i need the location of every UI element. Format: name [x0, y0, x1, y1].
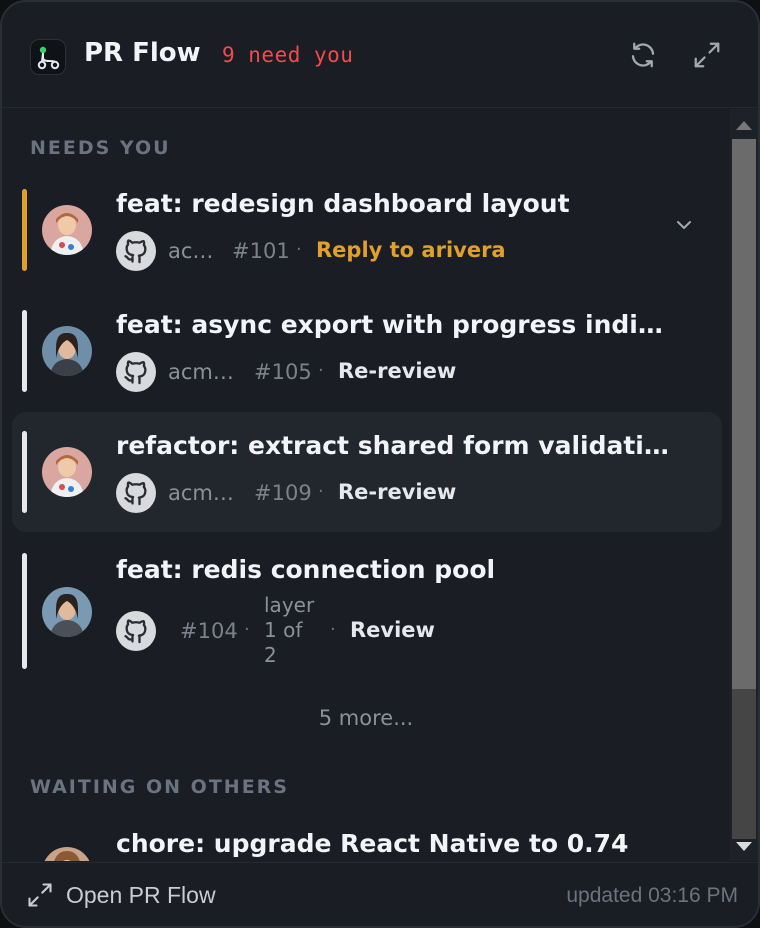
- pr-row[interactable]: feat: redis connection pool #104 · layer…: [12, 539, 722, 675]
- repo-name: ac…: [168, 239, 214, 263]
- priority-bar: [22, 310, 27, 392]
- pr-list[interactable]: NEEDS YOU feat: redesign dashboard layou…: [2, 109, 730, 861]
- github-icon: [116, 231, 156, 271]
- avatar: [42, 205, 92, 255]
- refresh-button[interactable]: [626, 38, 660, 72]
- avatar: [42, 447, 92, 497]
- scrollbar-thumb[interactable]: [732, 139, 756, 689]
- open-pr-flow-button[interactable]: Open PR Flow: [26, 881, 216, 909]
- pr-number: #104: [180, 619, 238, 643]
- pr-row[interactable]: feat: async export with progress indi… a…: [12, 298, 722, 416]
- show-more-link[interactable]: 5 more...: [2, 706, 730, 730]
- scrollbar[interactable]: [730, 109, 758, 861]
- priority-bar: [22, 189, 27, 271]
- app-logo: [30, 39, 66, 75]
- chevron-down-icon[interactable]: [672, 213, 696, 237]
- scroll-up-arrow-icon[interactable]: [736, 121, 752, 130]
- github-icon: [116, 352, 156, 392]
- separator-dot: ·: [318, 481, 324, 502]
- separator-dot: ·: [318, 360, 324, 381]
- expand-button[interactable]: [690, 38, 724, 72]
- github-icon: [116, 473, 156, 513]
- section-needs-you: NEEDS YOU: [30, 137, 171, 159]
- pr-title: chore: upgrade React Native to 0.74: [116, 829, 629, 858]
- pr-action: Review: [350, 618, 435, 642]
- updated-timestamp: updated 03:16 PM: [566, 884, 738, 907]
- pr-title: feat: redesign dashboard layout: [116, 189, 570, 218]
- pr-action: Re-review: [338, 480, 457, 504]
- pr-row[interactable]: refactor: extract shared form validati… …: [12, 412, 722, 532]
- pr-flow-panel: PR Flow 9 need you NEEDS YOU feat: redes…: [0, 0, 760, 928]
- pr-row[interactable]: chore: upgrade React Native to 0.74: [12, 817, 722, 861]
- repo-name: acme…: [168, 360, 238, 384]
- pr-action: Re-review: [338, 359, 457, 383]
- app-title: PR Flow: [84, 38, 201, 68]
- pr-number: #105: [254, 360, 312, 384]
- pr-title: refactor: extract shared form validati…: [116, 431, 669, 460]
- section-waiting-on-others: WAITING ON OTHERS: [30, 776, 289, 798]
- branch-logo-icon: [37, 46, 60, 70]
- pr-number: #101: [232, 239, 290, 263]
- priority-bar: [22, 431, 27, 513]
- refresh-icon: [631, 42, 655, 68]
- avatar: [42, 847, 92, 861]
- pr-action: Reply to arivera: [316, 238, 506, 262]
- github-icon: [116, 611, 156, 651]
- pr-title: feat: redis connection pool: [116, 555, 496, 584]
- priority-bar: [22, 553, 27, 669]
- pr-title: feat: async export with progress indi…: [116, 310, 663, 339]
- expand-icon: [28, 883, 52, 907]
- scroll-down-arrow-icon[interactable]: [736, 842, 752, 851]
- separator-dot: ·: [244, 619, 250, 640]
- open-pr-flow-label: Open PR Flow: [66, 881, 216, 908]
- need-you-count-badge: 9 need you: [222, 43, 354, 67]
- separator-dot: ·: [330, 619, 336, 640]
- separator-dot: ·: [296, 239, 302, 260]
- repo-name: acme…: [168, 481, 238, 505]
- avatar: [42, 326, 92, 376]
- stack-layer-label: layer 1 of 2: [264, 593, 315, 667]
- pr-row[interactable]: feat: redesign dashboard layout ac… #101…: [12, 177, 722, 295]
- footer: Open PR Flow updated 03:16 PM: [2, 862, 758, 926]
- expand-icon: [694, 42, 720, 68]
- header: PR Flow 9 need you: [2, 2, 758, 108]
- avatar: [42, 587, 92, 637]
- pr-number: #109: [254, 481, 312, 505]
